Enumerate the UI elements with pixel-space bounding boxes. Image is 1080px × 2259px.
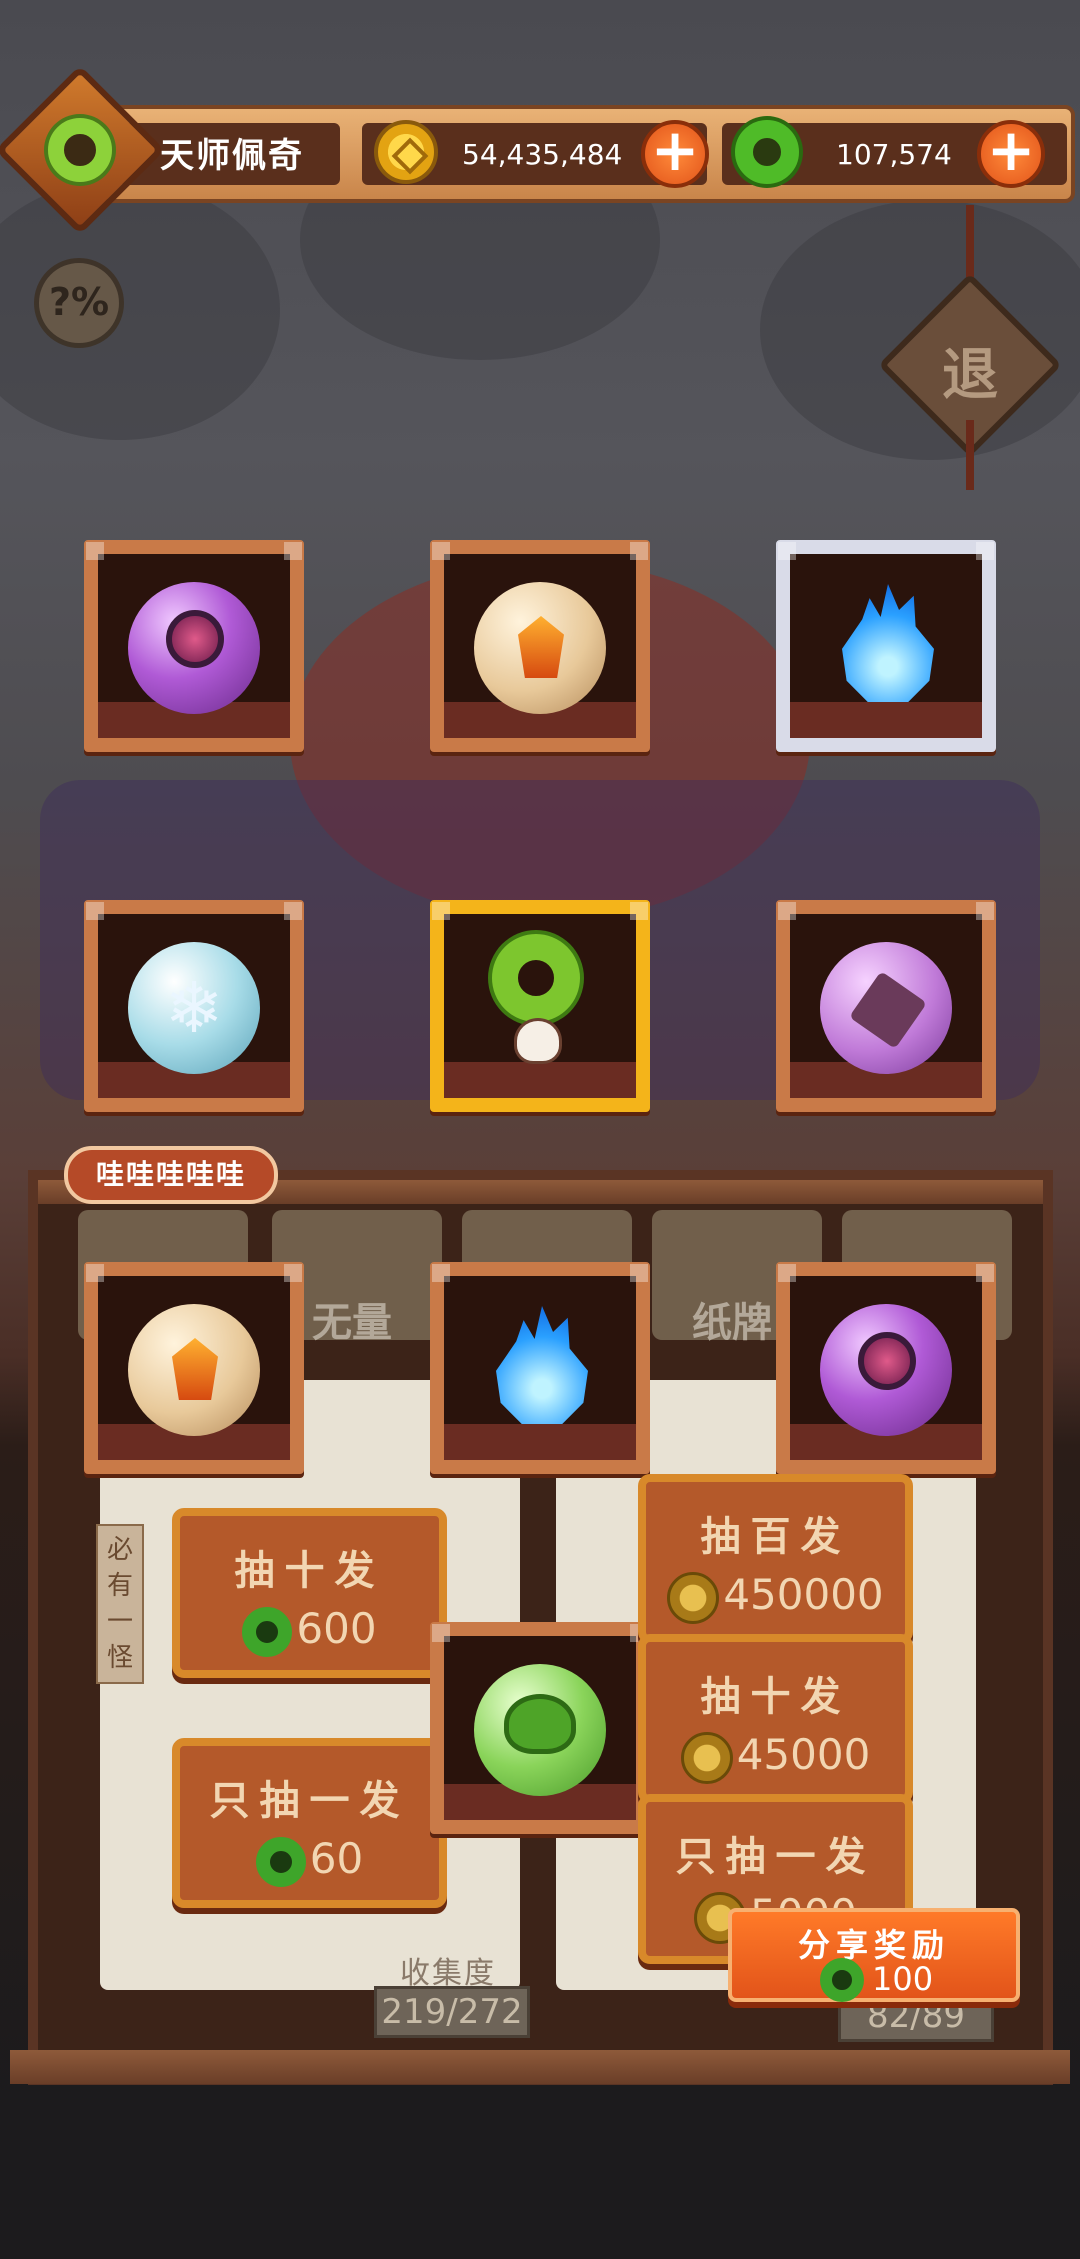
purple-orb-icon <box>128 582 260 714</box>
draw-hundred-label: 抽百发 <box>700 1514 851 1560</box>
draw-one-label: 只抽一发 <box>675 1834 876 1880</box>
gold-coin-icon <box>374 120 438 184</box>
prize-slot-3[interactable] <box>776 540 996 752</box>
gold-draw-hundred-button[interactable]: 抽百发 450000 <box>638 1474 913 1644</box>
guarantee-tag: 必有一怪 <box>96 1524 144 1684</box>
share-reward-button[interactable]: 分享奖励 100 <box>728 1908 1020 2002</box>
share-reward-amount: 100 <box>872 1960 934 1998</box>
gold-amount: 54,435,484 <box>462 138 623 171</box>
draw-ten-cost: 45000 <box>646 1730 905 1784</box>
jade-coin-icon <box>735 120 799 184</box>
odds-button[interactable]: ?% <box>34 258 124 348</box>
blue-flame-icon <box>842 584 934 702</box>
draw-ten-label: 抽十发 <box>700 1674 851 1720</box>
jade-draw-ten-button[interactable]: 抽十发 600 <box>172 1508 447 1678</box>
bottom-rail <box>10 2050 1070 2084</box>
prize-slot-1[interactable] <box>84 540 304 752</box>
add-gold-button[interactable]: + <box>641 120 709 188</box>
gold-coin-icon <box>667 1571 720 1624</box>
game-screen: 天师佩奇 54,435,484 + 107,574 + ?% 退 ❄ 无量 纸牌… <box>0 0 1080 2259</box>
gold-coin-icon <box>680 1731 733 1784</box>
prize-slot-8[interactable] <box>430 1262 650 1474</box>
jade-coin-icon <box>255 1836 306 1887</box>
purple-orb-icon <box>820 1304 952 1436</box>
draw-hundred-cost: 450000 <box>646 1570 905 1624</box>
exit-label: 退 <box>942 343 998 408</box>
draw-one-label: 只抽一发 <box>209 1778 410 1824</box>
left-collection-count: 219/272 <box>374 1986 530 2038</box>
avatar[interactable] <box>48 118 112 182</box>
jade-draw-one-button[interactable]: 只抽一发 60 <box>172 1738 447 1908</box>
jade-ring-icon <box>492 934 580 1022</box>
gold-draw-ten-button[interactable]: 抽十发 45000 <box>638 1634 913 1804</box>
blue-flame-icon <box>496 1306 588 1424</box>
lavender-orb-icon <box>820 942 952 1074</box>
prize-slot-2[interactable] <box>430 540 650 752</box>
tab-4-label: 纸牌 <box>692 1300 772 1346</box>
draw-ten-label: 抽十发 <box>234 1548 385 1594</box>
prize-slot-9[interactable] <box>776 1262 996 1474</box>
tab-2-label: 无量 <box>312 1300 392 1346</box>
prize-slot-4[interactable]: ❄ <box>84 900 304 1112</box>
jade-coin-icon <box>242 1606 293 1657</box>
jade-amount: 107,574 <box>836 138 952 171</box>
green-orb-icon <box>474 1664 606 1796</box>
jade-coin-icon <box>820 1958 864 2002</box>
prize-slot-10[interactable] <box>430 1622 650 1834</box>
fire-gem-orb-icon <box>128 1304 260 1436</box>
fire-gem-orb-icon <box>474 582 606 714</box>
add-jade-button[interactable]: + <box>977 120 1045 188</box>
player-name: 天师佩奇 <box>160 136 304 176</box>
prize-slot-5[interactable] <box>430 900 650 1112</box>
ghost-icon <box>514 1018 562 1064</box>
prize-slot-6[interactable] <box>776 900 996 1112</box>
snowflake-orb-icon: ❄ <box>128 942 260 1074</box>
sign-tassel <box>966 420 974 490</box>
draw-one-cost: 60 <box>180 1834 439 1887</box>
prize-slot-7[interactable] <box>84 1262 304 1474</box>
speech-bubble: 哇哇哇哇哇 <box>64 1146 278 1204</box>
draw-ten-cost: 600 <box>180 1604 439 1657</box>
